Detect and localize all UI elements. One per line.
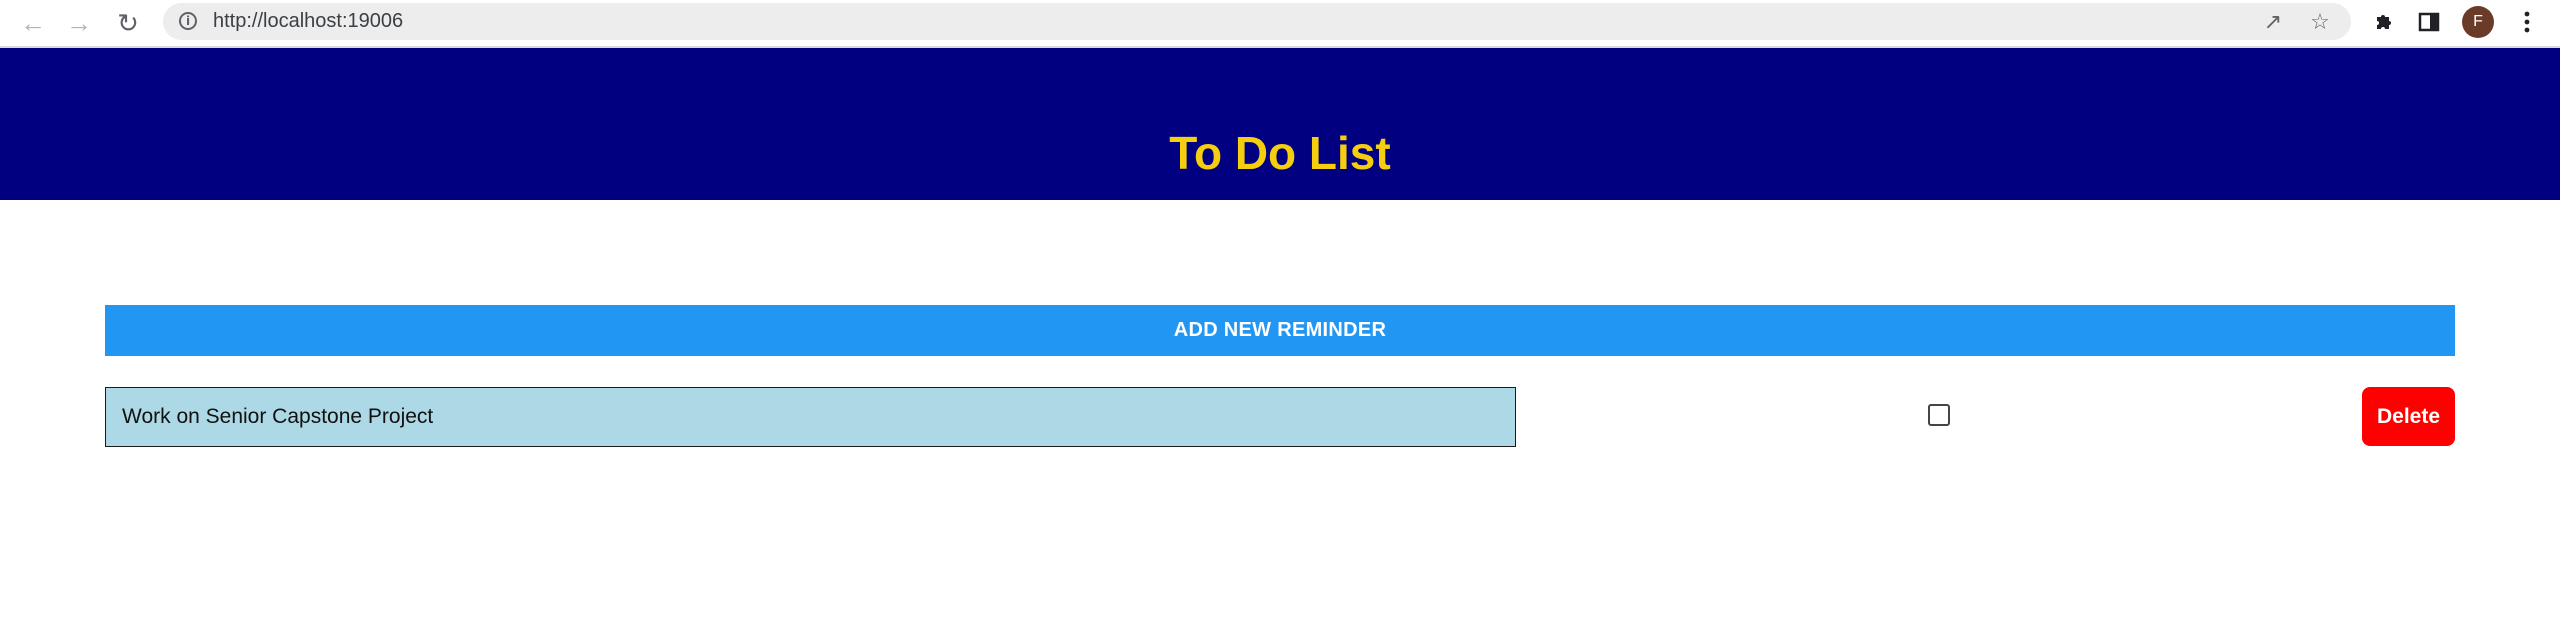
side-panel-icon[interactable] (2414, 7, 2444, 37)
browser-toolbar: ← → ↻ i http://localhost:19006 ↗ ☆ F (0, 0, 2560, 48)
address-bar[interactable]: i http://localhost:19006 ↗ ☆ (163, 3, 2351, 40)
bookmark-star-icon[interactable]: ☆ (2307, 9, 2333, 35)
reminder-complete-checkbox[interactable] (1928, 404, 1950, 426)
add-new-reminder-button[interactable]: ADD NEW REMINDER (105, 305, 2455, 356)
extensions-puzzle-icon[interactable] (2369, 7, 2399, 37)
address-bar-url[interactable]: http://localhost:19006 (213, 10, 403, 33)
back-arrow-icon[interactable]: ← (16, 6, 50, 40)
app-header: To Do List (0, 48, 2560, 200)
reminder-text[interactable]: Work on Senior Capstone Project (105, 387, 1516, 447)
delete-button[interactable]: Delete (2362, 387, 2455, 446)
kebab-menu-icon[interactable] (2512, 7, 2542, 37)
profile-avatar[interactable]: F (2462, 6, 2494, 38)
forward-arrow-icon[interactable]: → (62, 6, 96, 40)
reload-icon[interactable]: ↻ (111, 6, 145, 40)
site-info-icon[interactable]: i (179, 12, 197, 30)
page-title: To Do List (1169, 127, 1391, 179)
share-icon[interactable]: ↗ (2260, 9, 2286, 35)
